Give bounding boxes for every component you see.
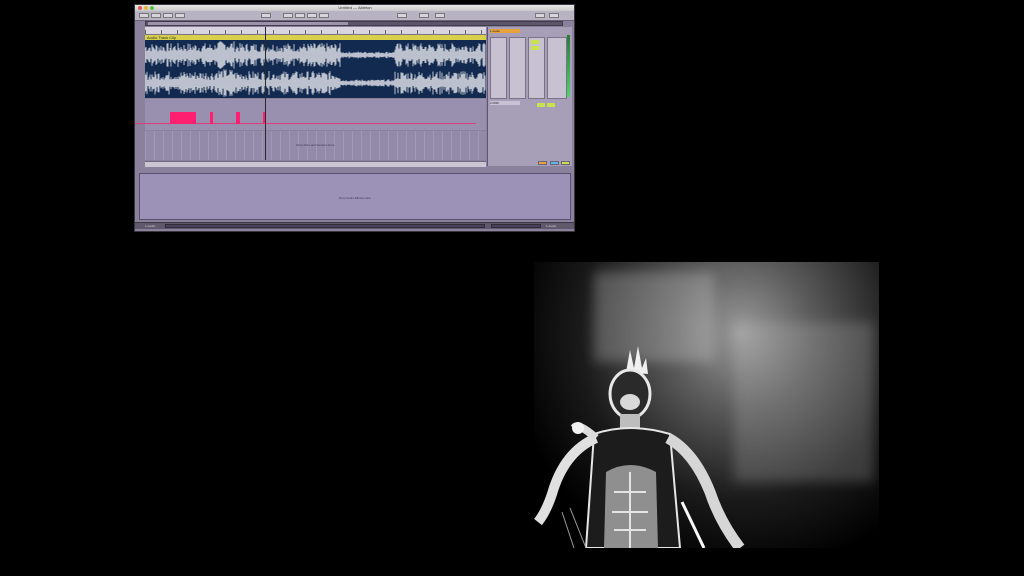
ruler-tick: [177, 30, 178, 34]
cpu-meter: [535, 13, 545, 18]
transport-bar: [135, 11, 574, 21]
ruler-tick: [145, 30, 146, 34]
ruler-tick: [353, 30, 354, 34]
track-name-audio[interactable]: 1 Audio: [490, 29, 520, 33]
ruler-tick: [369, 30, 370, 34]
waveform-channel: [144, 41, 486, 69]
drop-files-hint: Drop Files and Devices Here: [296, 143, 335, 147]
zoom-window-button[interactable]: [150, 6, 154, 10]
monitor-button[interactable]: [550, 161, 559, 165]
tap-tempo-button[interactable]: [139, 13, 149, 18]
tempo-field[interactable]: [151, 13, 161, 18]
minimize-window-button[interactable]: [144, 6, 148, 10]
daw-window[interactable]: Untitled — Ableton Audio Track Clip Drop…: [134, 4, 575, 232]
loop-start-field[interactable]: [397, 13, 407, 18]
ruler-tick: [161, 30, 162, 34]
ruler-tick: [305, 30, 306, 34]
status-info-field: [165, 224, 485, 228]
status-bar: 1-Audio 1-Audio: [135, 222, 574, 229]
close-window-button[interactable]: [138, 6, 142, 10]
ruler-tick: [385, 30, 386, 34]
ruler-tick: [193, 30, 194, 34]
volume-column[interactable]: [528, 37, 545, 99]
midi-note[interactable]: [170, 112, 196, 124]
ruler-tick: [209, 30, 210, 34]
beat-time-ruler[interactable]: [145, 27, 486, 35]
drop-effects-hint: Drop Audio Effects Here: [338, 196, 372, 200]
midi-note[interactable]: [210, 112, 213, 124]
level-meter: [567, 35, 570, 97]
midi-track-lane[interactable]: [145, 99, 486, 130]
session-mixer: 1 Audio 2 MIDI: [487, 27, 572, 166]
performer-silhouette: [534, 346, 745, 548]
ruler-tick: [433, 30, 434, 34]
input-routing-column[interactable]: [490, 37, 507, 99]
ruler-tick: [273, 30, 274, 34]
waveform-channel: [144, 69, 486, 97]
ruler-tick: [417, 30, 418, 34]
bottom-time-ruler[interactable]: [145, 161, 486, 167]
sends-column[interactable]: [509, 37, 526, 99]
midi-note[interactable]: [236, 112, 240, 124]
status-detail-field: [491, 224, 541, 228]
audio-waveform: [144, 41, 486, 97]
playhead-cursor[interactable]: [265, 27, 266, 160]
solo-button[interactable]: [531, 46, 539, 50]
audio-clip[interactable]: [144, 40, 486, 98]
arrangement-position-field[interactable]: [261, 13, 271, 18]
track-activator-button[interactable]: [531, 40, 539, 44]
loop-button[interactable]: [419, 13, 429, 18]
midi-track-activator-button[interactable]: [537, 103, 545, 107]
device-view-pane[interactable]: Drop Audio Effects Here: [139, 173, 571, 220]
empty-track-lane[interactable]: Drop Files and Devices Here: [145, 131, 486, 160]
performer-video-feed: [534, 262, 879, 548]
ruler-tick: [289, 30, 290, 34]
status-text: 1-Audio: [145, 224, 156, 228]
ruler-tick: [225, 30, 226, 34]
track-name-midi[interactable]: 2 MIDI: [490, 101, 520, 105]
arm-button[interactable]: [538, 161, 547, 165]
ruler-tick: [321, 30, 322, 34]
record-button[interactable]: [307, 13, 317, 18]
status-track-name: 1-Audio: [546, 224, 557, 228]
io-column[interactable]: [547, 37, 567, 99]
play-button[interactable]: [283, 13, 293, 18]
overdub-button[interactable]: [319, 13, 329, 18]
ruler-tick: [401, 30, 402, 34]
stop-button[interactable]: [295, 13, 305, 18]
arrangement-overview[interactable]: [145, 21, 563, 26]
midi-indicator: [549, 13, 559, 18]
time-signature-field[interactable]: [163, 13, 173, 18]
midi-solo-button[interactable]: [547, 103, 555, 107]
ruler-tick: [465, 30, 466, 34]
ruler-tick: [241, 30, 242, 34]
overview-scroll-handle[interactable]: [148, 22, 348, 25]
loop-length-field[interactable]: [435, 13, 445, 18]
master-button[interactable]: [561, 161, 570, 165]
ruler-tick: [337, 30, 338, 34]
ruler-tick: [449, 30, 450, 34]
ruler-tick: [257, 30, 258, 34]
metronome-button[interactable]: [175, 13, 185, 18]
ruler-tick: [481, 30, 482, 34]
screen: Untitled — Ableton Audio Track Clip Drop…: [0, 0, 1024, 576]
